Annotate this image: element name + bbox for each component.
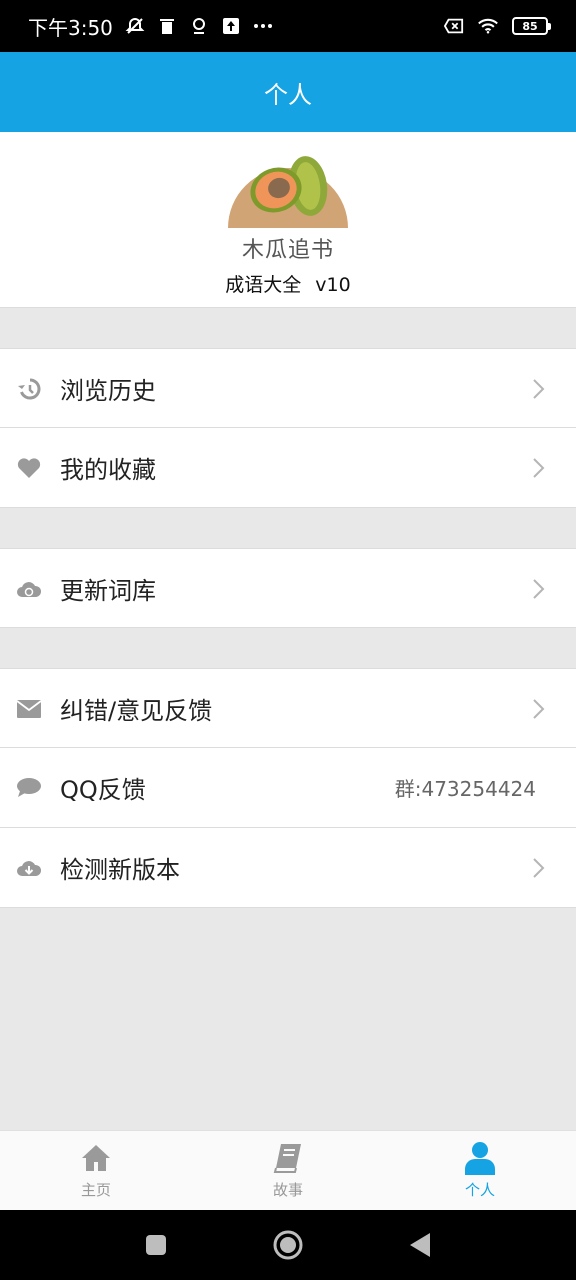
battery-level: 85 xyxy=(522,19,538,33)
recent-apps-button[interactable] xyxy=(141,1230,171,1260)
system-nav-bar xyxy=(0,1210,576,1280)
heart-icon xyxy=(16,456,42,480)
bottom-nav: 主页 故事 个人 xyxy=(0,1130,576,1210)
menu-item-label: 纠错/意见反馈 xyxy=(60,696,213,725)
page-title: 个人 xyxy=(264,80,312,109)
more-dots-icon xyxy=(253,16,273,36)
chevron-right-icon xyxy=(533,858,545,878)
version-number: v10 xyxy=(315,274,351,296)
chat-icon xyxy=(16,776,42,800)
menu-item-qq-feedback[interactable]: QQ反馈 群:473254424 xyxy=(0,748,576,828)
app-version: 成语大全 v10 xyxy=(0,270,576,297)
history-icon xyxy=(16,377,42,401)
status-left: 下午3:50 xyxy=(28,12,273,41)
mail-icon xyxy=(16,697,42,721)
location-icon xyxy=(189,16,209,36)
sim-off-icon xyxy=(444,16,464,36)
chevron-right-icon xyxy=(533,579,545,599)
person-icon xyxy=(463,1141,497,1175)
wifi-icon xyxy=(478,16,498,36)
status-time: 下午3:50 xyxy=(28,15,113,40)
nav-tab-stories[interactable]: 故事 xyxy=(192,1131,384,1210)
nav-tab-home[interactable]: 主页 xyxy=(0,1131,192,1210)
nav-label: 故事 xyxy=(272,1181,303,1199)
status-bar: 下午3:50 85 xyxy=(0,0,576,52)
nav-label: 个人 xyxy=(464,1181,495,1199)
back-button[interactable] xyxy=(405,1230,435,1260)
menu-item-label: 检测新版本 xyxy=(60,856,180,884)
menu-item-label: 更新词库 xyxy=(60,576,156,605)
home-icon xyxy=(79,1141,113,1175)
chevron-right-icon xyxy=(533,458,545,478)
book-icon xyxy=(271,1141,305,1175)
chevron-right-icon xyxy=(533,379,545,399)
cloud-download-icon xyxy=(16,856,42,880)
menu-item-feedback[interactable]: 纠错/意见反馈 xyxy=(0,668,576,748)
menu-item-label: QQ反馈 xyxy=(60,776,146,804)
menu-item-browse-history[interactable]: 浏览历史 xyxy=(0,348,576,428)
nav-label: 主页 xyxy=(80,1181,111,1199)
qq-group-number: 群:473254424 xyxy=(394,777,536,801)
menu-item-label: 浏览历史 xyxy=(60,376,156,405)
notification-muted-icon xyxy=(125,16,145,36)
app-name: 成语大全 xyxy=(225,274,302,296)
app-header: 个人 xyxy=(0,52,576,132)
avatar-caption: 木瓜追书 xyxy=(241,238,334,263)
menu-item-check-update[interactable]: 检测新版本 xyxy=(0,828,576,908)
cloud-sync-icon xyxy=(16,577,42,601)
battery-icon: 85 xyxy=(512,17,551,35)
menu-item-update-library[interactable]: 更新词库 xyxy=(0,548,576,628)
menu-item-favorites[interactable]: 我的收藏 xyxy=(0,428,576,508)
nav-tab-profile[interactable]: 个人 xyxy=(384,1131,576,1210)
menu-item-label: 我的收藏 xyxy=(60,456,156,484)
chevron-right-icon xyxy=(533,699,545,719)
home-button[interactable] xyxy=(273,1230,303,1260)
papaya-avatar-icon xyxy=(228,156,348,228)
menu-group-library: 更新词库 xyxy=(0,548,576,628)
profile-card: 木瓜追书 成语大全 v10 xyxy=(0,132,576,308)
menu-group-personal: 浏览历史 我的收藏 xyxy=(0,348,576,508)
menu-group-support: 纠错/意见反馈 QQ反馈 群:473254424 检测新版本 xyxy=(0,668,576,908)
upload-icon xyxy=(221,16,241,36)
trash-icon xyxy=(157,16,177,36)
status-right: 85 xyxy=(444,16,551,36)
